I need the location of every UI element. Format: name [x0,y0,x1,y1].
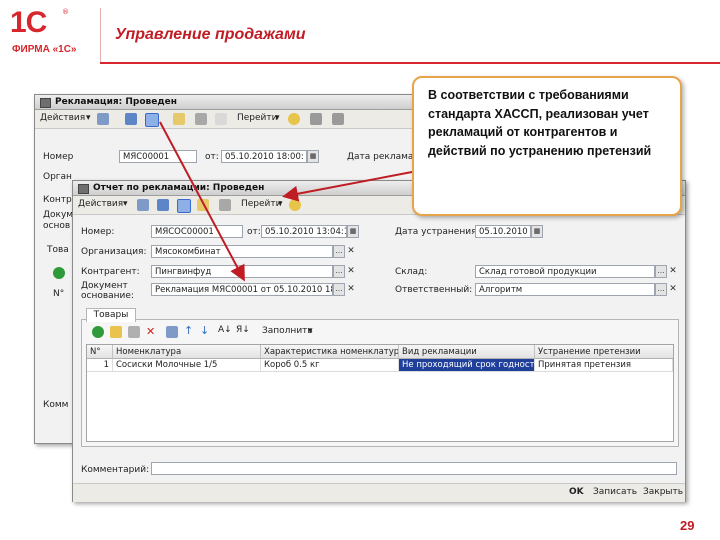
page-number: 29 [680,518,695,533]
arrow-to-claim-type [159,121,245,282]
callout-text: В соответствии с требованиями стандарта … [428,88,652,158]
callout-box: В соответствии с требованиями стандарта … [412,76,682,216]
arrow-to-report-window [282,171,413,202]
